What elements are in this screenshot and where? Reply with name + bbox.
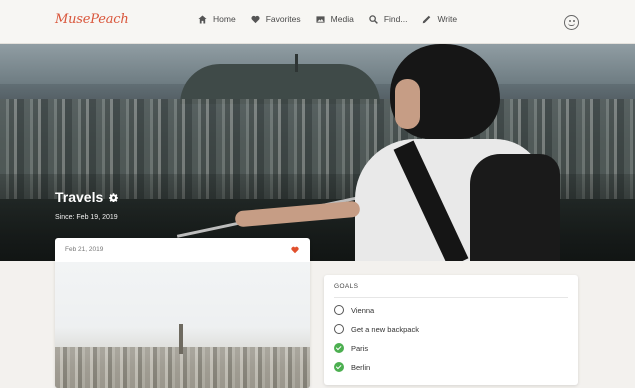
- goal-label: Vienna: [351, 305, 375, 315]
- since-date: Since: Feb 19, 2019: [55, 214, 118, 221]
- goals-header: GOALS: [334, 283, 359, 290]
- collection-title: Travels: [55, 189, 104, 205]
- goal-item[interactable]: Paris: [334, 343, 368, 353]
- nav-favorites[interactable]: Favorites: [251, 14, 301, 24]
- goal-label: Berlin: [351, 362, 371, 372]
- unchecked-circle-icon[interactable]: [334, 305, 344, 315]
- goal-label: Get a new backpack: [351, 324, 419, 334]
- nav-home[interactable]: Home: [198, 14, 236, 24]
- nav-favorites-label: Favorites: [265, 14, 301, 24]
- top-nav: MusePeach Home Favorites Media Find... W…: [0, 0, 635, 44]
- hero-banner: [0, 44, 635, 261]
- goals-card: GOALS Vienna Get a new backpack Paris Be…: [324, 275, 578, 385]
- logo[interactable]: MusePeach: [55, 12, 129, 27]
- smiley-icon[interactable]: [564, 15, 579, 30]
- heart-icon: [251, 15, 260, 23]
- unchecked-circle-icon[interactable]: [334, 324, 344, 334]
- goal-item[interactable]: Get a new backpack: [334, 324, 419, 334]
- post-card[interactable]: Feb 21, 2019: [55, 238, 310, 388]
- divider: [334, 297, 568, 298]
- nav-home-label: Home: [213, 14, 236, 24]
- heart-icon[interactable]: [291, 246, 299, 254]
- post-photo[interactable]: [55, 262, 310, 388]
- image-icon: [316, 15, 325, 23]
- nav-media-label: Media: [330, 14, 354, 24]
- gear-icon[interactable]: [109, 192, 119, 202]
- nav-media[interactable]: Media: [316, 14, 354, 24]
- search-icon: [369, 14, 378, 24]
- post-date: Feb 21, 2019: [65, 246, 104, 253]
- nav-write-label: Write: [437, 14, 458, 24]
- goal-label: Paris: [351, 343, 369, 353]
- home-icon: [198, 14, 207, 24]
- goal-item[interactable]: Vienna: [334, 305, 374, 315]
- checked-circle-icon[interactable]: [334, 362, 344, 372]
- page-title: Travels: [55, 189, 119, 205]
- nav-find-label: Find...: [383, 14, 408, 24]
- checked-circle-icon[interactable]: [334, 343, 344, 353]
- goal-item[interactable]: Berlin: [334, 362, 370, 372]
- nav-find[interactable]: Find...: [369, 14, 408, 24]
- nav-write[interactable]: Write: [422, 14, 457, 24]
- main-menu: Home Favorites Media Find... Write: [198, 14, 472, 24]
- pencil-icon: [423, 15, 431, 23]
